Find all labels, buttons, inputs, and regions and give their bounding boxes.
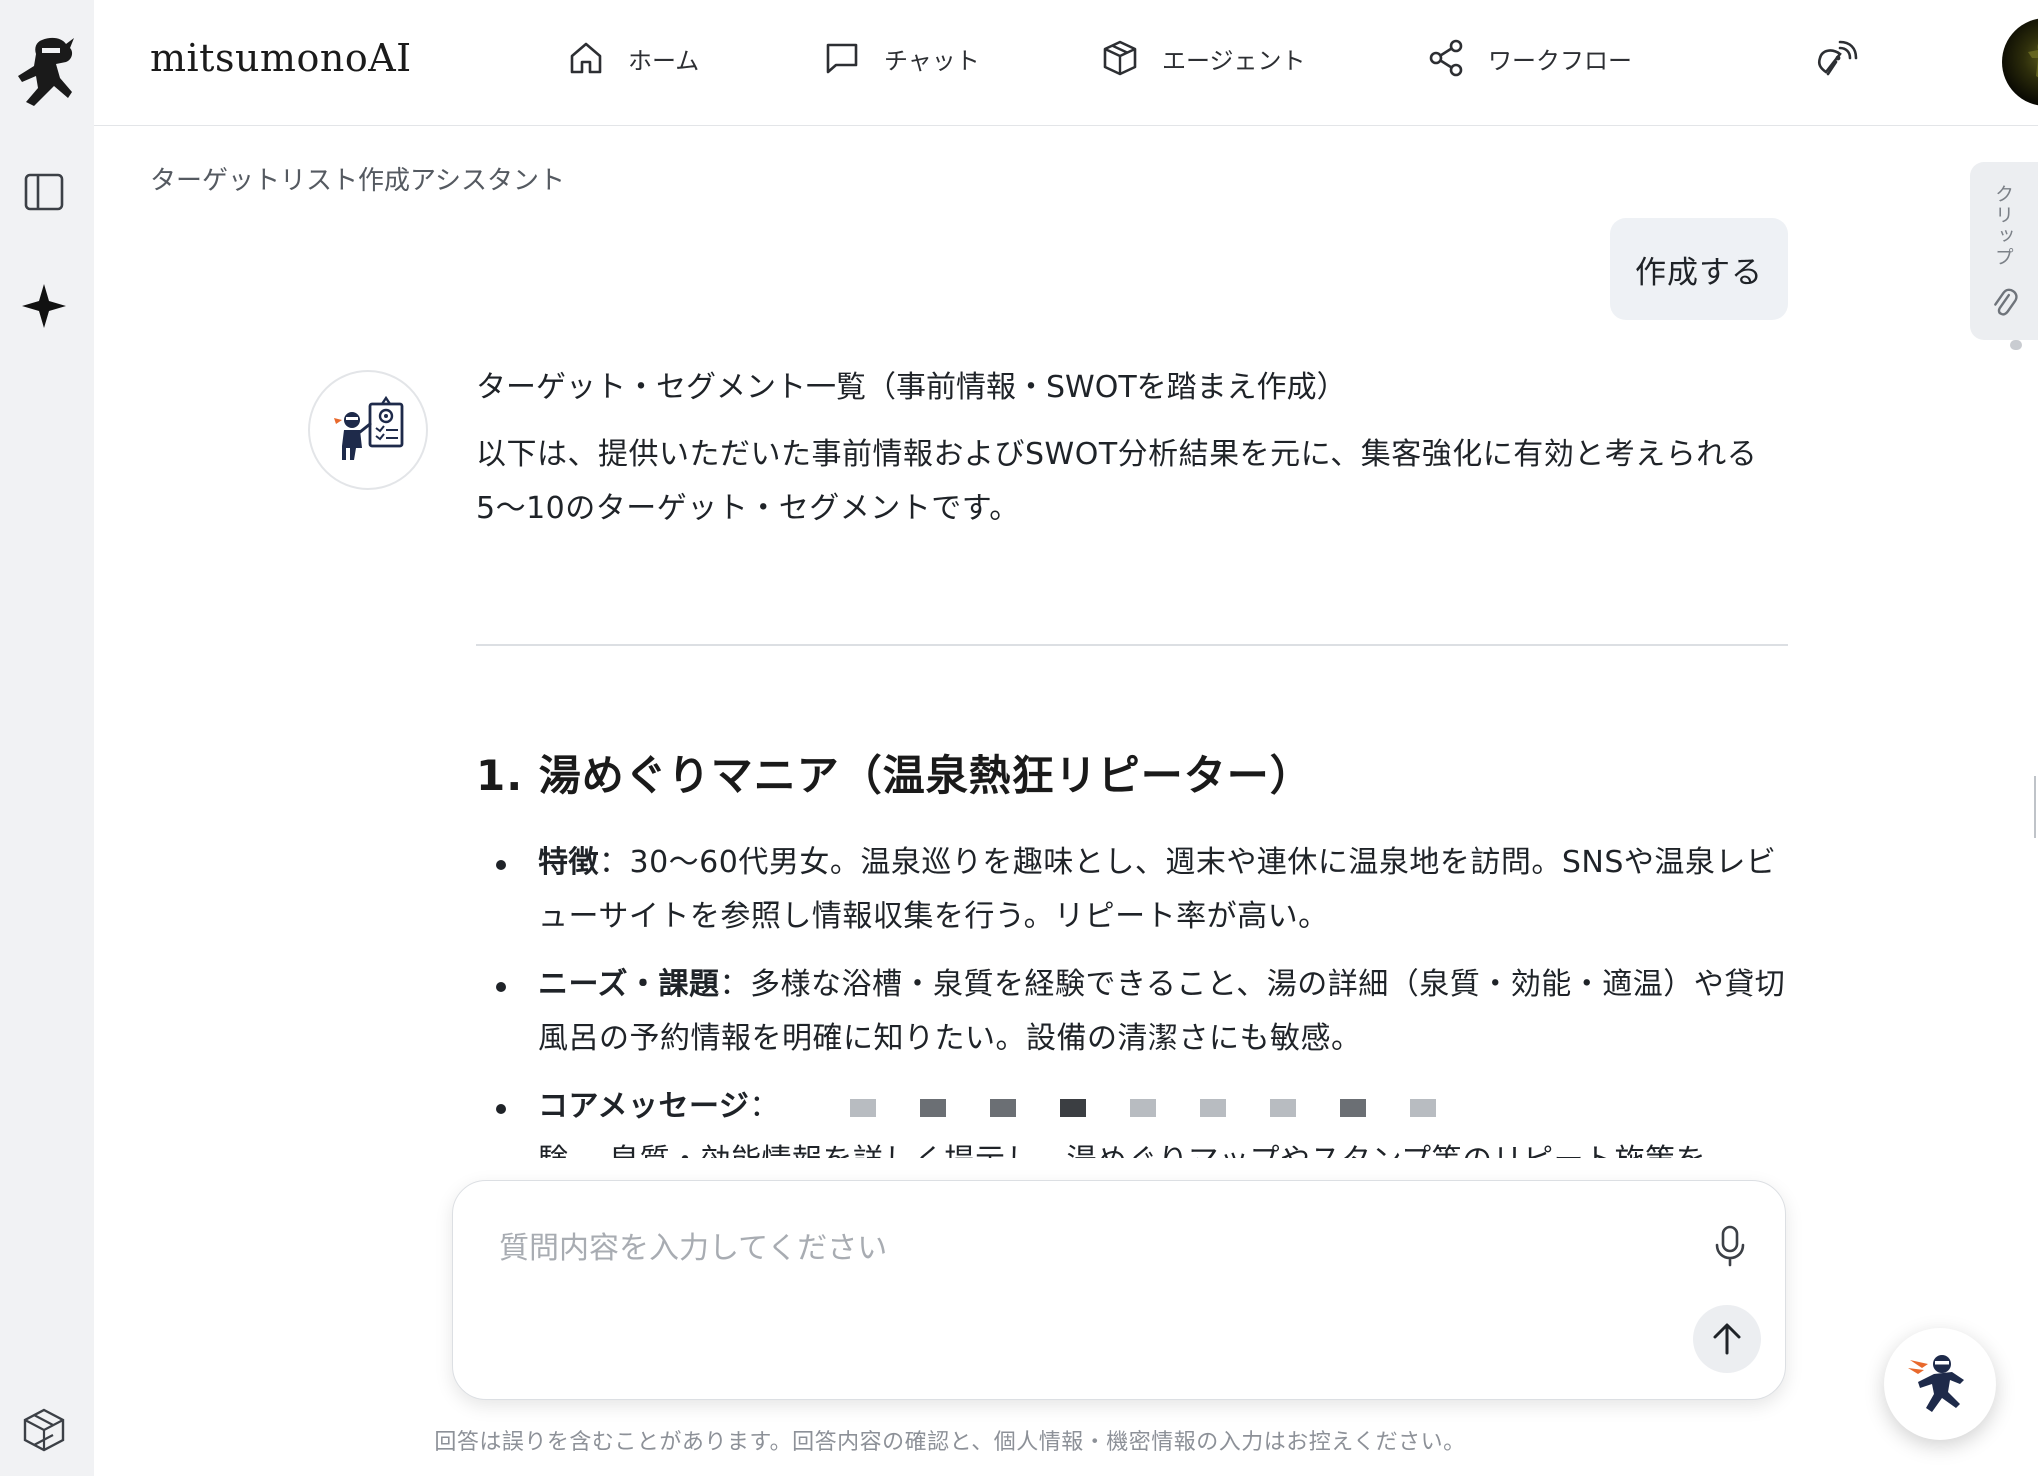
list-item: 特徴：30〜60代男女。温泉巡りを趣味とし、週末や連休に温泉地を訪問。SNSや温… (476, 836, 1788, 944)
ninja-runner-icon (1908, 1355, 1964, 1412)
chat-input[interactable] (499, 1223, 1599, 1273)
home-icon (570, 42, 602, 74)
user-avatar[interactable] (2002, 18, 2038, 106)
brand-name[interactable]: mitsumonoAI (150, 36, 412, 80)
sidebar-toggle-button[interactable] (20, 168, 68, 216)
list-item: コアメッセージ： 験。 泉質・効能情報を詳しく提示し、湯めぐりマップやスタンプ等… (476, 1080, 1788, 1158)
sparkle-icon (22, 284, 66, 328)
divider (476, 644, 1788, 646)
chat-bubble-icon (826, 43, 858, 74)
sidebar-toggle-icon (24, 173, 64, 211)
item-text: ： (749, 1089, 780, 1124)
arrow-up-icon (1713, 1323, 1741, 1355)
nav-agent[interactable]: エージェント (1100, 38, 1306, 78)
ninja-logo-icon[interactable] (12, 32, 78, 110)
assistant-message: ターゲット・セグメント一覧（事前情報・SWOTを踏まえ作成） 以下は、提供いただ… (476, 366, 1788, 536)
nav-home-label: ホーム (628, 46, 700, 75)
share-nodes-icon (1429, 39, 1463, 77)
user-message: 作成する (1610, 218, 1788, 320)
sparkle-button[interactable] (20, 282, 68, 330)
segment-detail-list: 特徴：30〜60代男女。温泉巡りを趣味とし、週末や連休に温泉地を訪問。SNSや温… (476, 836, 1788, 1158)
item-text: ：30〜60代男女。温泉巡りを趣味とし、週末や連休に温泉地を訪問。SNSや温泉レ… (538, 845, 1777, 934)
assistant-title: ターゲット・セグメント一覧（事前情報・SWOTを踏まえ作成） (476, 370, 1347, 405)
redacted-text (849, 1098, 1436, 1117)
page-title: ターゲットリスト作成アシスタント (150, 166, 565, 196)
disclaimer-text: 回答は誤りを含むことがあります。回答内容の確認と、個人情報・機密情報の入力はお控… (434, 1430, 1466, 1455)
ninja-presenter-icon (334, 395, 404, 460)
satellite-icon (1817, 40, 1858, 76)
list-item: ニーズ・課題：多様な浴槽・泉質を経験できること、湯の詳細（泉質・効能・適温）や貸… (476, 958, 1788, 1066)
chat-composer (452, 1180, 1786, 1400)
nav-workflow[interactable]: ワークフロー (1426, 38, 1632, 78)
scrollbar-thumb[interactable] (2010, 340, 2022, 350)
box-icon (1103, 40, 1137, 76)
section-heading: 1. 湯めぐりマニア（温泉熱狂リピーター） (476, 751, 1313, 800)
nav-workflow-label: ワークフロー (1488, 46, 1632, 75)
item-text: ：多様な浴槽・泉質を経験できること、湯の詳細（泉質・効能・適温）や貸切風呂の予約… (538, 967, 1786, 1056)
clip-tab[interactable]: クリップ (1970, 162, 2038, 340)
scroll-marker (2034, 776, 2036, 838)
nav-agent-label: エージェント (1162, 46, 1306, 75)
paperclip-icon (1994, 288, 2018, 316)
clip-tab-label: クリップ (1992, 184, 2014, 268)
assistant-avatar (308, 370, 428, 490)
microphone-button[interactable] (1705, 1221, 1755, 1271)
nav-chat[interactable]: チャット (822, 38, 980, 78)
item-continuation: 験。 泉質・効能情報を詳しく提示し、湯めぐりマップやスタンプ等のリピート施策を (538, 1143, 1706, 1158)
nav-home[interactable]: ホーム (566, 38, 699, 78)
nav-chat-label: チャット (884, 46, 980, 75)
item-label: ニーズ・課題 (538, 967, 720, 1002)
microphone-icon (1715, 1225, 1745, 1267)
left-rail (0, 0, 94, 1476)
top-bar: mitsumonoAI ホーム チャット エージェント ワークフロー (94, 0, 2038, 126)
ninja-assistant-button[interactable] (1884, 1328, 1996, 1440)
item-label: コアメッセージ (538, 1089, 750, 1124)
satellite-button[interactable] (1810, 38, 1858, 86)
send-button[interactable] (1693, 1305, 1761, 1373)
item-label: 特徴 (538, 845, 599, 880)
assistant-intro: 以下は、提供いただいた事前情報およびSWOT分析結果を元に、集客強化に有効と考え… (476, 436, 1758, 526)
disclaimer: 回答は誤りを含むことがあります。回答内容の確認と、個人情報・機密情報の入力はお控… (0, 1424, 2038, 1456)
